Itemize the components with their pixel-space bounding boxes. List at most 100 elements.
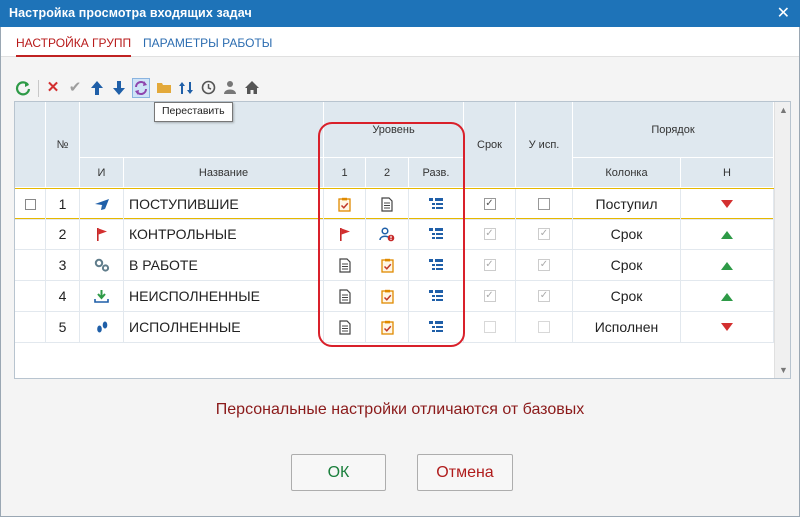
close-icon[interactable]: ✕ [777, 3, 790, 23]
groups-grid: № И Название Уровень 1 2 Разв. Срок У ис… [14, 101, 791, 379]
document-icon[interactable] [324, 312, 366, 343]
scroll-up-icon[interactable]: ▲ [775, 102, 790, 118]
document-icon[interactable] [324, 281, 366, 312]
dialog-body: НАСТРОЙКА ГРУПП ПАРАМЕТРЫ РАБОТЫ ✕ ✔ № И… [0, 27, 800, 517]
group-name[interactable]: ПОСТУПИВШИЕ [124, 189, 324, 220]
header-order: Порядок [573, 102, 774, 158]
home-icon[interactable] [243, 78, 261, 98]
triangle-up-icon[interactable] [681, 250, 774, 281]
document-icon[interactable] [324, 250, 366, 281]
row-selector[interactable] [15, 281, 46, 312]
group-name[interactable]: КОНТРОЛЬНЫЕ [124, 219, 324, 250]
deadline-cell: ✓ [464, 281, 516, 312]
document-icon[interactable] [366, 189, 409, 220]
arrow-up-icon[interactable] [88, 78, 106, 98]
deadline-checkbox[interactable]: ✓ [483, 198, 496, 210]
triangle-up-icon[interactable] [681, 219, 774, 250]
executor-cell [516, 189, 573, 220]
tooltip: Переставить [154, 102, 233, 122]
delete-icon[interactable]: ✕ [44, 78, 62, 98]
ok-button[interactable]: ОК [291, 454, 386, 491]
flag-icon[interactable] [324, 219, 366, 250]
executor-checkbox: ✓ [538, 259, 550, 271]
header-select [15, 102, 46, 188]
tree-icon[interactable] [409, 281, 464, 312]
cancel-button[interactable]: Отмена [417, 454, 513, 491]
table-row[interactable]: 1 ПОСТУПИВШИЕ ✓ Поступил [15, 188, 775, 220]
deadline-checkbox [483, 321, 496, 333]
refresh-icon[interactable] [14, 78, 32, 98]
order-column[interactable]: Срок [573, 281, 681, 312]
scroll-down-icon[interactable]: ▼ [775, 362, 790, 378]
task-check-icon[interactable] [324, 189, 366, 220]
arrow-down-icon[interactable] [110, 78, 128, 98]
executor-checkbox: ✓ [538, 228, 550, 240]
row-select-box[interactable] [24, 198, 36, 210]
download-icon [80, 281, 124, 312]
deadline-checkbox: ✓ [483, 259, 496, 271]
group-name[interactable]: ИСПОЛНЕННЫЕ [124, 312, 324, 343]
tree-icon[interactable] [409, 219, 464, 250]
order-column[interactable]: Исполнен [573, 312, 681, 343]
check-icon[interactable]: ✔ [66, 78, 84, 98]
deadline-cell: ✓ [464, 219, 516, 250]
tree-icon[interactable] [409, 189, 464, 220]
executor-cell: ✓ [516, 219, 573, 250]
deadline-checkbox: ✓ [483, 228, 496, 240]
tab-bar: НАСТРОЙКА ГРУПП ПАРАМЕТРЫ РАБОТЫ [1, 27, 799, 57]
status-message: Персональные настройки отличаются от баз… [215, 401, 585, 418]
header-order-column: Колонка [573, 158, 681, 188]
triangle-down-icon[interactable] [681, 312, 774, 343]
row-selector[interactable] [15, 219, 46, 250]
flag-icon [80, 219, 124, 250]
gears-icon [80, 250, 124, 281]
deadline-cell: ✓ [464, 189, 516, 220]
folder-icon[interactable] [155, 78, 173, 98]
reorder-icon[interactable] [132, 78, 150, 98]
group-name[interactable]: НЕИСПОЛНЕННЫЕ [124, 281, 324, 312]
order-column[interactable]: Срок [573, 250, 681, 281]
user-alert-icon[interactable] [366, 219, 409, 250]
tree-icon[interactable] [409, 250, 464, 281]
deadline-cell [464, 312, 516, 343]
header-executor: У исп. [516, 102, 573, 188]
task-check-icon[interactable] [366, 281, 409, 312]
order-column[interactable]: Срок [573, 219, 681, 250]
sort-icon[interactable] [177, 78, 195, 98]
table-row[interactable]: 3 В РАБОТЕ ✓ ✓ Срок [15, 250, 775, 281]
vertical-scrollbar[interactable]: ▲ ▼ [774, 102, 790, 378]
tab-work-params[interactable]: ПАРАМЕТРЫ РАБОТЫ [143, 36, 272, 50]
table-row[interactable]: 4 НЕИСПОЛНЕННЫЕ ✓ ✓ Срок [15, 281, 775, 312]
users-icon[interactable] [221, 78, 239, 98]
window-title: Настройка просмотра входящих задач [9, 6, 252, 20]
table-row[interactable]: 2 КОНТРОЛЬНЫЕ ✓ ✓ Срок [15, 219, 775, 250]
header-level-2: 2 [366, 158, 409, 188]
triangle-down-icon[interactable] [681, 189, 774, 220]
clock-icon[interactable] [199, 78, 217, 98]
row-number: 1 [46, 189, 80, 220]
header-icon: И [80, 158, 124, 188]
deadline-cell: ✓ [464, 250, 516, 281]
tab-group-settings[interactable]: НАСТРОЙКА ГРУПП [16, 36, 132, 57]
row-number: 4 [46, 281, 80, 312]
row-selector[interactable] [15, 189, 46, 220]
triangle-up-icon[interactable] [681, 281, 774, 312]
header-number: № [46, 102, 80, 188]
executor-cell: ✓ [516, 250, 573, 281]
task-check-icon[interactable] [366, 312, 409, 343]
executor-cell [516, 312, 573, 343]
group-name[interactable]: В РАБОТЕ [124, 250, 324, 281]
row-number: 2 [46, 219, 80, 250]
header-level-1: 1 [324, 158, 366, 188]
header-level-expand: Разв. [409, 158, 464, 188]
order-column[interactable]: Поступил [573, 189, 681, 220]
row-selector[interactable] [15, 250, 46, 281]
header-name: Название [124, 158, 324, 188]
header-level: Уровень [324, 102, 464, 158]
row-selector[interactable] [15, 312, 46, 343]
task-check-icon[interactable] [366, 250, 409, 281]
executor-checkbox[interactable] [538, 198, 550, 210]
tree-icon[interactable] [409, 312, 464, 343]
row-number: 5 [46, 312, 80, 343]
table-row[interactable]: 5 ИСПОЛНЕННЫЕ Исполнен [15, 312, 775, 343]
